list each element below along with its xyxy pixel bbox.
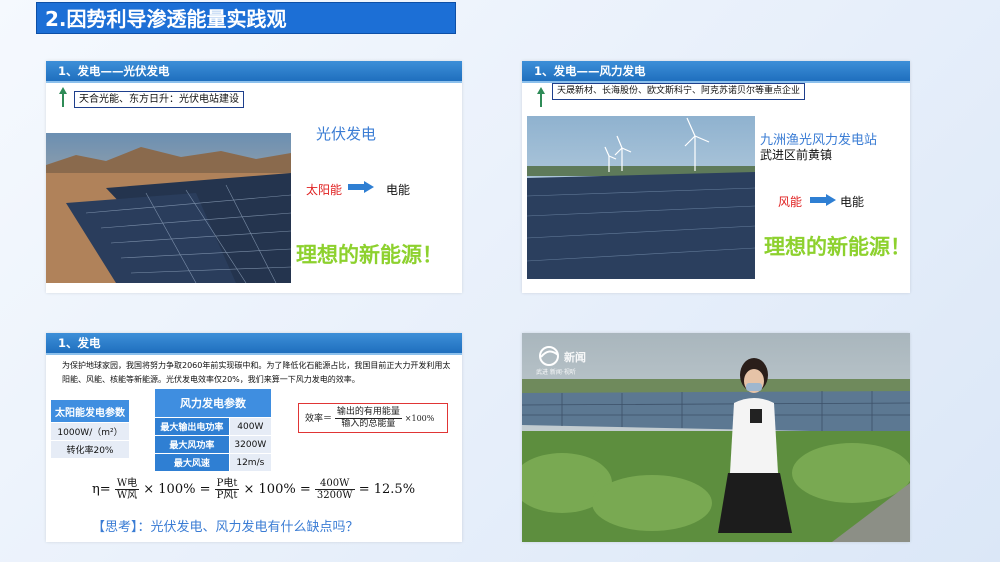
solar-conversion: 转化率20% — [50, 440, 130, 459]
companies-label: 天晟新材、长海股份、欧文斯科宁、阿克苏诺贝尔等重点企业 — [552, 83, 806, 100]
panel-header: 1、发电——光伏发电 — [46, 61, 462, 81]
companies-label: 天合光能、东方日升：光伏电站建设 — [74, 91, 244, 108]
think-question: 【思考】：光伏发电、风力发电有什么缺点吗？ — [92, 520, 359, 535]
slogan: 理想的新能源！ — [296, 243, 443, 267]
panel-wind: 1、发电——风力发电 天晟新材、长海股份、欧文斯科宁、阿克苏诺贝尔等重点企业 九… — [522, 61, 911, 293]
news-logo-subtext: 武进 新闻·视听 — [536, 369, 576, 376]
value-fraction: 400W 3200W — [314, 478, 355, 501]
panel-video: 新闻 武进 新闻·视听 — [522, 333, 910, 542]
wind-params-table: 风力发电参数 最大输出电功率 400W 最大风功率 3200W 最大风速 12m… — [154, 388, 273, 472]
wind-farm-image — [527, 116, 755, 279]
times-percent: × 100% = — [143, 482, 211, 497]
target-energy: 电能 — [840, 195, 865, 209]
eta-symbol: η= — [92, 482, 111, 497]
value-numerator: 400W — [314, 478, 355, 490]
efficiency-calculation: η= W电 W风 × 100% = P电t P风t × 100% = 400W … — [92, 478, 415, 501]
w-numerator: W电 — [114, 478, 140, 490]
p-numerator: P电t — [214, 478, 240, 490]
formula-fraction: 输出的有用能量 输入的总能量 — [334, 407, 402, 430]
p-denominator: P风t — [216, 490, 238, 501]
header-rule — [46, 81, 462, 83]
w-denominator: W风 — [116, 490, 138, 501]
formula-lhs: 效率＝ — [305, 414, 333, 424]
formula-numerator: 输出的有用能量 — [334, 407, 402, 419]
pin-icon — [537, 87, 545, 107]
wind-table-header: 风力发电参数 — [154, 388, 272, 418]
target-energy: 电能 — [386, 183, 411, 197]
panel-header: 1、发电——风力发电 — [522, 61, 910, 81]
wind-row-label: 最大风功率 — [154, 435, 230, 454]
pin-icon — [59, 87, 67, 107]
solar-params-table: 太阳能发电参数 1000W/（m²） 转化率20% — [50, 399, 130, 459]
panel-solar: 1、发电——光伏发电 天合光能、东方日升：光伏电站建设 光伏发电 太阳能 电能 … — [46, 61, 462, 293]
value-denominator: 3200W — [316, 490, 353, 501]
wind-row-label: 最大风速 — [154, 453, 230, 472]
efficiency-formula: 效率＝ 输出的有用能量 输入的总能量 ×100% — [298, 403, 448, 433]
arrow-right-icon — [348, 181, 374, 193]
news-logo-text: 新闻 — [564, 351, 586, 364]
panel-calculation: 1、发电 为保护地球家园，我国将努力争取2060年前实现碳中和。为了降低化石能源… — [46, 333, 462, 542]
solar-type-label: 光伏发电 — [316, 125, 377, 143]
wind-row-value: 400W — [228, 417, 273, 436]
formula-factor: ×100% — [404, 414, 435, 423]
w-fraction: W电 W风 — [114, 478, 140, 501]
page-title: 2.因势利导渗透能量实践观 — [36, 2, 456, 34]
times-percent: × 100% = — [243, 482, 311, 497]
arrow-right-icon — [810, 194, 836, 206]
header-rule — [46, 353, 462, 355]
news-logo-icon — [539, 346, 559, 366]
slogan: 理想的新能源！ — [764, 235, 911, 259]
source-energy: 风能 — [778, 195, 803, 209]
p-fraction: P电t P风t — [214, 478, 240, 501]
intro-paragraph: 为保护地球家园，我国将努力争取2060年前实现碳中和。为了降低化石能源占比，我国… — [62, 361, 451, 384]
station-location: 武进区前黄镇 — [760, 148, 833, 162]
source-energy: 太阳能 — [306, 183, 343, 197]
panel-header: 1、发电 — [46, 333, 462, 353]
wind-row-value: 3200W — [228, 435, 273, 454]
solar-irradiance: 1000W/（m²） — [50, 422, 130, 441]
solar-table-header: 太阳能发电参数 — [50, 399, 130, 423]
result: = 12.5% — [358, 482, 416, 497]
wind-row-label: 最大输出电功率 — [154, 417, 230, 436]
solar-farm-image — [46, 133, 291, 283]
wind-row-value: 12m/s — [228, 453, 273, 472]
formula-denominator: 输入的总能量 — [341, 419, 396, 429]
